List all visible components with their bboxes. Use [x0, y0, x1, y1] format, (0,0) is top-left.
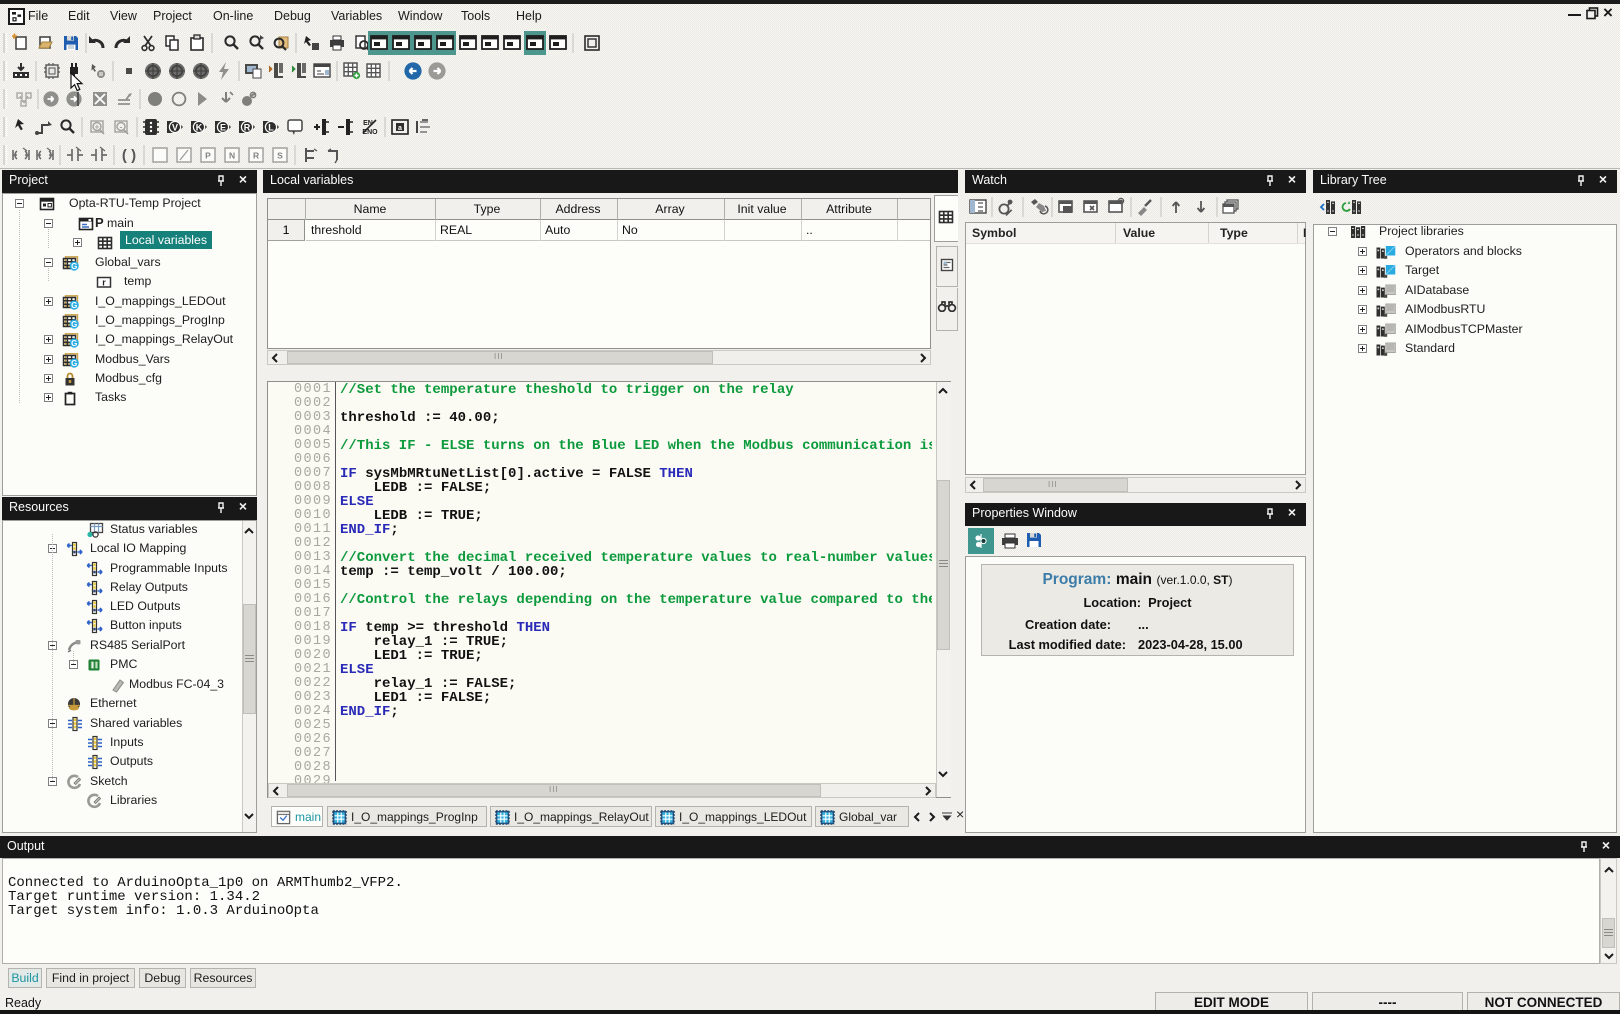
svg-text:S: S: [277, 150, 283, 160]
svg-text:( ): ( ): [122, 147, 136, 164]
svg-text:N: N: [229, 150, 235, 160]
svg-text:R: R: [253, 150, 259, 160]
svg-text:-: -: [120, 123, 123, 132]
svg-text:E: E: [220, 122, 226, 132]
svg-text:V: V: [172, 122, 178, 132]
svg-text:P: P: [205, 150, 211, 160]
svg-text:K: K: [196, 122, 203, 132]
svg-text:R: R: [244, 122, 251, 132]
svg-text:ENO: ENO: [362, 129, 378, 136]
svg-text:L: L: [268, 122, 274, 132]
svg-text:a: a: [398, 125, 402, 132]
svg-text:+: +: [95, 123, 100, 132]
